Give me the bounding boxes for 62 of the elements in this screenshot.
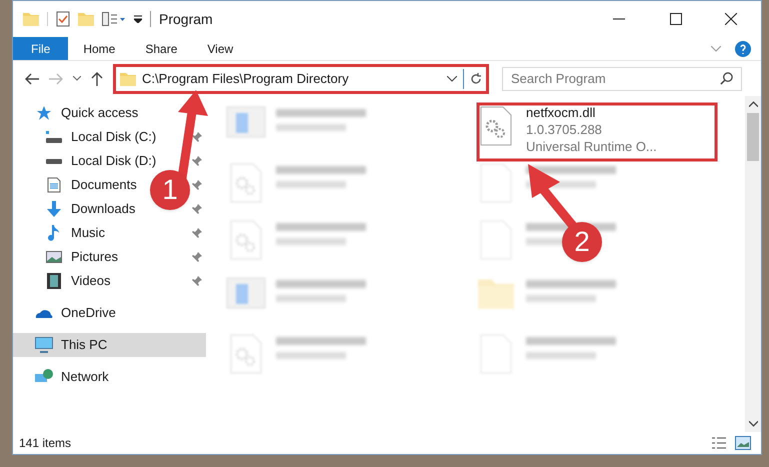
- checklist-icon[interactable]: [56, 11, 70, 27]
- folder-icon: [120, 72, 136, 86]
- chevron-down-icon[interactable]: [748, 421, 758, 427]
- sidebar-item[interactable]: Local Disk (D:): [71, 151, 156, 171]
- scroll-thumb[interactable]: [747, 113, 759, 161]
- caret-icon[interactable]: [134, 15, 142, 23]
- drive-icon: [46, 131, 62, 143]
- music-note-icon: [48, 225, 60, 241]
- search-placeholder: Search Program: [511, 70, 607, 88]
- search-field[interactable]: Search Program: [502, 66, 742, 90]
- sidebar-item[interactable]: Pictures: [71, 247, 118, 267]
- folder-icon: [23, 12, 39, 26]
- close-icon[interactable]: [725, 13, 737, 25]
- ribbon-tab[interactable]: Home: [68, 37, 130, 60]
- pin-icon[interactable]: [192, 156, 202, 166]
- sidebar-item[interactable]: Videos: [71, 271, 111, 291]
- ribbon-tab[interactable]: File: [13, 37, 68, 60]
- search-icon[interactable]: [720, 72, 733, 85]
- sidebar-item[interactable]: Music: [71, 223, 105, 243]
- picture-icon: [46, 251, 62, 263]
- item-count: 141 items: [19, 435, 72, 452]
- document-icon: [47, 177, 61, 193]
- pin-icon[interactable]: [192, 276, 202, 286]
- pin-icon[interactable]: [192, 180, 202, 190]
- network-icon: [35, 369, 53, 385]
- refresh-icon[interactable]: [470, 72, 482, 84]
- file-detail: 1.0.3705.288: [526, 121, 603, 138]
- sidebar-item[interactable]: Quick access: [61, 103, 138, 123]
- pin-icon[interactable]: [192, 228, 202, 238]
- cloud-icon: [35, 308, 53, 318]
- help-icon[interactable]: [735, 40, 751, 56]
- down-arrow-icon: [46, 201, 62, 217]
- chevron-up-icon[interactable]: [748, 101, 758, 107]
- up-arrow-icon[interactable]: [91, 72, 103, 86]
- details-view-icon[interactable]: [711, 436, 727, 450]
- sidebar-item[interactable]: Network: [61, 367, 109, 387]
- sidebar-item[interactable]: Downloads: [71, 199, 136, 219]
- large-icons-view-icon[interactable]: [735, 436, 751, 450]
- sidebar-item[interactable]: Local Disk (C:): [71, 127, 156, 147]
- forward-arrow-icon[interactable]: [49, 72, 63, 84]
- chevron-down-icon[interactable]: [447, 76, 457, 82]
- address-path: C:\Program Files\Program Directory: [142, 70, 350, 88]
- file-detail: Universal Runtime O...: [526, 138, 657, 155]
- maximize-icon[interactable]: [670, 13, 682, 25]
- address-field[interactable]: C:\Program Files\Program Directory: [113, 64, 489, 94]
- scrollbar[interactable]: [745, 96, 761, 432]
- sidebar-item[interactable]: Documents: [71, 175, 137, 195]
- back-arrow-icon[interactable]: [25, 72, 39, 84]
- properties-icon[interactable]: [102, 12, 126, 26]
- ribbon-tab[interactable]: Share: [130, 37, 192, 60]
- monitor-icon: [35, 337, 53, 353]
- pin-icon[interactable]: [192, 252, 202, 262]
- pin-icon[interactable]: [192, 204, 202, 214]
- ribbon-tab[interactable]: View: [192, 37, 248, 60]
- star-icon: [36, 105, 52, 121]
- film-icon: [47, 273, 61, 289]
- window-title: Program: [159, 10, 213, 29]
- drive-icon: [46, 158, 62, 164]
- pin-icon[interactable]: [192, 132, 202, 142]
- sidebar-item[interactable]: OneDrive: [61, 303, 116, 323]
- file-name: netfxocm.dll: [526, 104, 596, 121]
- folder-icon: [78, 12, 94, 26]
